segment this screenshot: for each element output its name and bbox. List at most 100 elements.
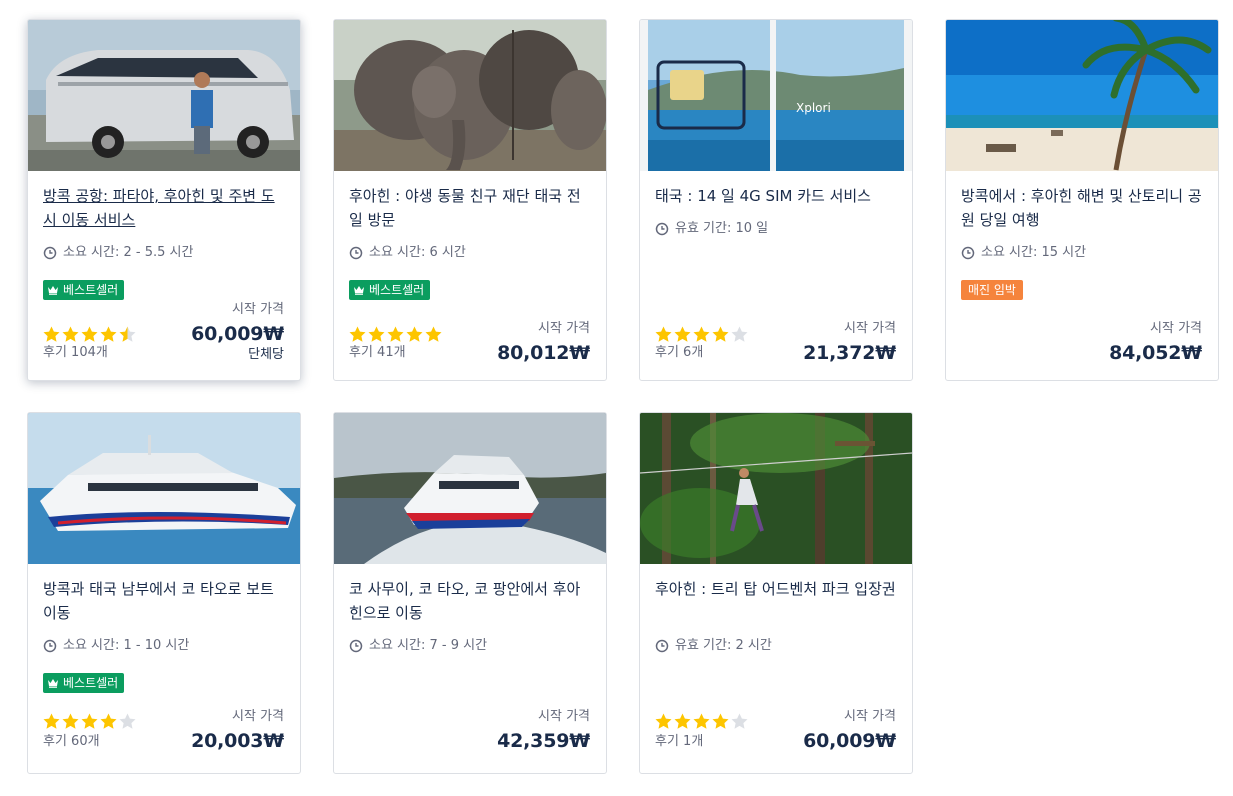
crown-icon: [47, 678, 59, 688]
star-half-icon: [118, 325, 137, 344]
star-full-icon: [99, 325, 118, 344]
activity-price: 60,009₩: [191, 323, 284, 345]
star-full-icon: [80, 712, 99, 731]
price-label: 시작 가격: [844, 321, 896, 336]
activity-image-jungle[interactable]: [640, 413, 912, 564]
activity-card-samui-transfer[interactable]: 코 사무이, 코 타오, 코 팡안에서 후아힌으로 이동 소요 시간: 7 - …: [333, 412, 607, 774]
activity-card-hua-hin-beach[interactable]: 방콕에서 : 후아힌 해변 및 산토리니 공원 당일 여행 소요 시간: 15 …: [945, 19, 1219, 381]
activity-duration: 소요 시간: 6 시간: [349, 244, 466, 262]
star-full-icon: [348, 325, 367, 344]
review-count: 후기 6개: [655, 345, 704, 360]
activity-image-ferry[interactable]: [28, 413, 300, 564]
likely-to-sell-out-badge: 매진 임박: [961, 280, 1023, 300]
price-label: 시작 가격: [1150, 321, 1202, 336]
activity-duration: 유효 기간: 2 시간: [655, 637, 772, 655]
star-full-icon: [61, 712, 80, 731]
clock-icon: [655, 639, 669, 653]
price-label: 시작 가격: [538, 321, 590, 336]
rating-stars: [348, 325, 443, 345]
activity-title[interactable]: 방콕에서 : 후아힌 해변 및 산토리니 공원 당일 여행: [961, 184, 1205, 232]
activity-card-airport-transfer[interactable]: 방콕 공항: 파타야, 후아힌 및 주변 도시 이동 서비스 소요 시간: 2 …: [27, 19, 301, 381]
price-label: 시작 가격: [538, 709, 590, 724]
bestseller-badge: 베스트셀러: [43, 280, 125, 300]
bestseller-badge: 베스트셀러: [349, 280, 431, 300]
star-empty-icon: [730, 712, 749, 731]
clock-icon: [349, 639, 363, 653]
clock-icon: [655, 222, 669, 236]
activity-price: 60,009₩: [803, 730, 896, 752]
activity-image-beach[interactable]: [946, 20, 1218, 171]
activity-title[interactable]: 태국 : 14 일 4G SIM 카드 서비스: [655, 184, 899, 208]
review-count: 후기 41개: [349, 345, 406, 360]
activity-image-sim[interactable]: Xplori: [640, 20, 912, 171]
clock-icon: [43, 246, 57, 260]
activity-duration: 소요 시간: 1 - 10 시간: [43, 637, 189, 655]
activity-price: 84,052₩: [1109, 342, 1202, 364]
activity-duration: 소요 시간: 15 시간: [961, 244, 1086, 262]
activity-image-catamaran[interactable]: [334, 413, 606, 564]
star-full-icon: [42, 325, 61, 344]
rating-stars: [42, 325, 137, 345]
badge-label: 베스트셀러: [369, 283, 425, 297]
bestseller-badge: 베스트셀러: [43, 673, 125, 693]
duration-text: 유효 기간: 2 시간: [675, 638, 772, 653]
crown-icon: [47, 285, 59, 295]
price-label: 시작 가격: [844, 709, 896, 724]
clock-icon: [43, 639, 57, 653]
star-full-icon: [405, 325, 424, 344]
star-full-icon: [711, 325, 730, 344]
badge-label: 베스트셀러: [63, 676, 119, 690]
duration-text: 소요 시간: 2 - 5.5 시간: [63, 245, 194, 260]
activity-title[interactable]: 방콕 공항: 파타야, 후아힌 및 주변 도시 이동 서비스: [43, 184, 287, 232]
star-full-icon: [367, 325, 386, 344]
price-label: 시작 가격: [232, 302, 284, 317]
star-full-icon: [99, 712, 118, 731]
review-count: 후기 104개: [43, 345, 108, 360]
activity-price: 42,359₩: [497, 730, 590, 752]
clock-icon: [349, 246, 363, 260]
star-full-icon: [42, 712, 61, 731]
review-count: 후기 1개: [655, 734, 704, 749]
star-full-icon: [386, 325, 405, 344]
activity-duration: 유효 기간: 10 일: [655, 220, 768, 238]
star-full-icon: [673, 712, 692, 731]
activity-title[interactable]: 후아힌 : 야생 동물 친구 재단 태국 전일 방문: [349, 184, 593, 232]
rating-stars: [654, 712, 749, 732]
activity-price: 80,012₩: [497, 342, 590, 364]
star-full-icon: [654, 712, 673, 731]
activity-card-koh-tao-boat[interactable]: 방콕과 태국 남부에서 코 타오로 보트 이동 소요 시간: 1 - 10 시간…: [27, 412, 301, 774]
activity-duration: 소요 시간: 7 - 9 시간: [349, 637, 487, 655]
duration-text: 소요 시간: 7 - 9 시간: [369, 638, 488, 653]
star-full-icon: [692, 712, 711, 731]
star-full-icon: [61, 325, 80, 344]
price-unit: 단체당: [248, 347, 284, 362]
star-full-icon: [424, 325, 443, 344]
activity-card-tree-top-park[interactable]: 후아힌 : 트리 탑 어드벤처 파크 입장권 유효 기간: 2 시간 시작 가격…: [639, 412, 913, 774]
star-empty-icon: [118, 712, 137, 731]
badge-label: 베스트셀러: [63, 283, 119, 297]
activity-card-sim-card[interactable]: Xplori 태국 : 14 일 4G SIM 카드 서비스 유효 기간: 10…: [639, 19, 913, 381]
activity-image-van[interactable]: [28, 20, 300, 171]
activity-title[interactable]: 방콕과 태국 남부에서 코 타오로 보트 이동: [43, 577, 287, 625]
activity-title[interactable]: 후아힌 : 트리 탑 어드벤처 파크 입장권: [655, 577, 899, 601]
activity-title[interactable]: 코 사무이, 코 타오, 코 팡안에서 후아힌으로 이동: [349, 577, 593, 625]
activity-price: 21,372₩: [803, 342, 896, 364]
duration-text: 소요 시간: 15 시간: [981, 245, 1087, 260]
star-full-icon: [673, 325, 692, 344]
price-label: 시작 가격: [232, 709, 284, 724]
star-full-icon: [654, 325, 673, 344]
duration-text: 유효 기간: 10 일: [675, 221, 769, 236]
star-full-icon: [692, 325, 711, 344]
rating-stars: [42, 712, 137, 732]
star-empty-icon: [730, 325, 749, 344]
svg-text:Xplori: Xplori: [796, 101, 831, 115]
badge-label: 매진 임박: [968, 283, 1016, 297]
star-full-icon: [80, 325, 99, 344]
activity-price: 20,003₩: [191, 730, 284, 752]
duration-text: 소요 시간: 1 - 10 시간: [63, 638, 190, 653]
star-full-icon: [711, 712, 730, 731]
duration-text: 소요 시간: 6 시간: [369, 245, 466, 260]
activity-duration: 소요 시간: 2 - 5.5 시간: [43, 244, 193, 262]
activity-card-elephant-foundation[interactable]: 후아힌 : 야생 동물 친구 재단 태국 전일 방문 소요 시간: 6 시간 베…: [333, 19, 607, 381]
activity-image-elephants[interactable]: [334, 20, 606, 171]
